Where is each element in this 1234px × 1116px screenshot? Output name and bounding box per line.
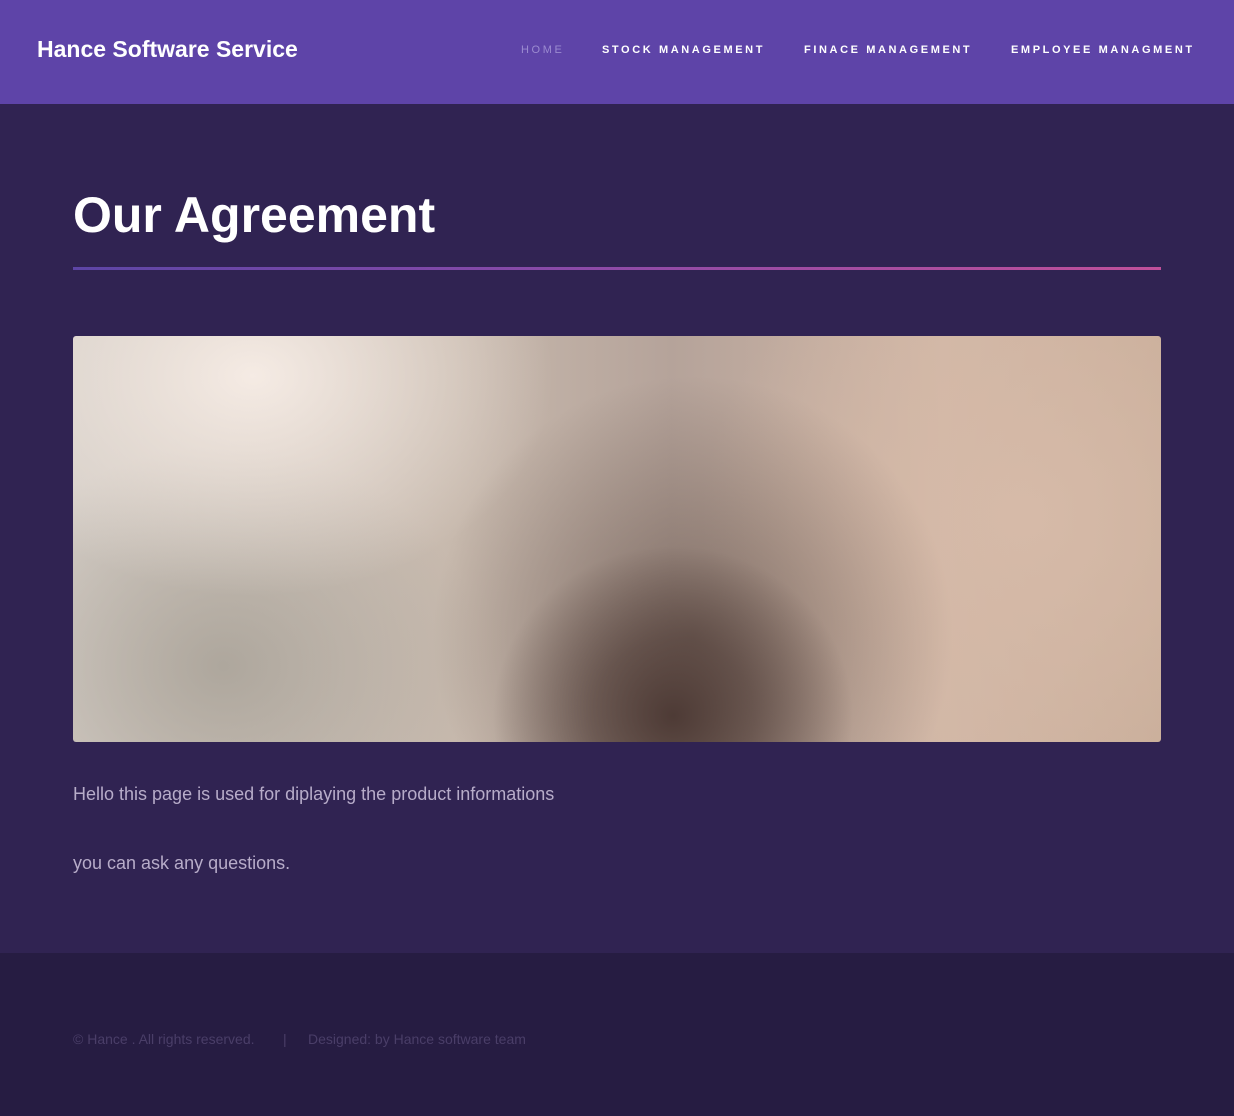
nav-link-employee-management[interactable]: EMPLOYEE MANAGMENT bbox=[1011, 44, 1195, 56]
footer-separator: | bbox=[283, 1031, 287, 1047]
nav-link-home[interactable]: HOME bbox=[521, 44, 564, 56]
navbar: Hance Software Service HOME STOCK MANAGE… bbox=[0, 0, 1234, 104]
title-divider bbox=[73, 267, 1161, 270]
intro-paragraph: Hello this page is used for diplaying th… bbox=[73, 784, 555, 804]
questions-paragraph: you can ask any questions. bbox=[73, 853, 291, 873]
brand-logo-link[interactable]: Hance Software Service bbox=[37, 36, 298, 63]
hero-image bbox=[73, 336, 1161, 742]
footer-credit: Designed: by Hance software team bbox=[308, 1031, 526, 1047]
main-content: Our Agreement Hello this page is used fo… bbox=[0, 104, 1234, 953]
nav-link-stock-management[interactable]: STOCK MANAGEMENT bbox=[602, 44, 765, 56]
footer-copyright: © Hance . All rights reserved. bbox=[73, 1031, 255, 1047]
footer: © Hance . All rights reserved. | Designe… bbox=[0, 953, 1234, 1116]
nav-link-finance-management[interactable]: FINACE MANAGEMENT bbox=[804, 44, 972, 56]
page-title: Our Agreement bbox=[73, 187, 436, 243]
